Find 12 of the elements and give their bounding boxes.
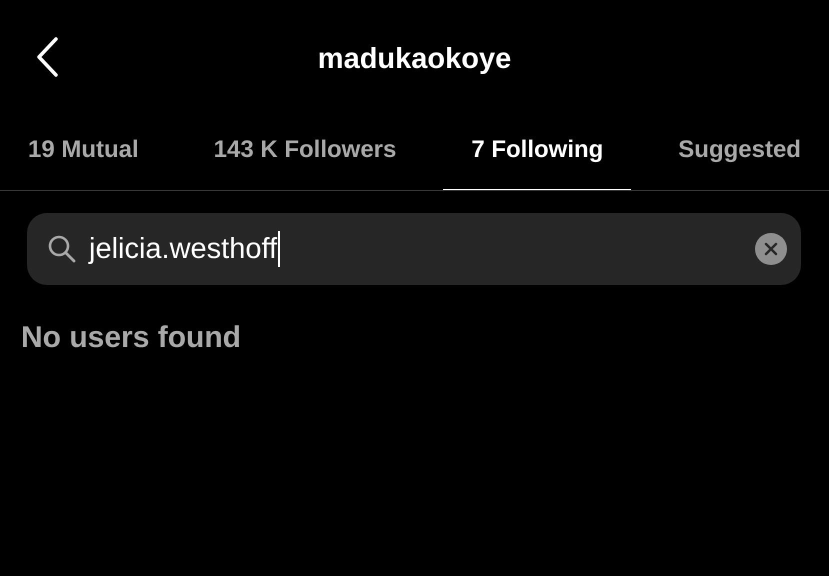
- clear-button[interactable]: [755, 233, 787, 265]
- search-field[interactable]: jelicia.westhoff: [27, 213, 801, 285]
- tab[interactable]: 19 Mutual: [0, 120, 167, 190]
- tab[interactable]: 7 Following: [443, 120, 632, 190]
- search-icon: [47, 234, 77, 264]
- close-icon: [764, 242, 778, 256]
- search-text: jelicia.westhoff: [89, 232, 278, 266]
- profile-username: madukaokoye: [318, 42, 512, 76]
- tab[interactable]: 143 K Followers: [186, 120, 424, 190]
- tab[interactable]: Suggested: [650, 120, 829, 190]
- empty-message: No users found: [21, 321, 242, 355]
- chevron-left-icon: [34, 36, 60, 78]
